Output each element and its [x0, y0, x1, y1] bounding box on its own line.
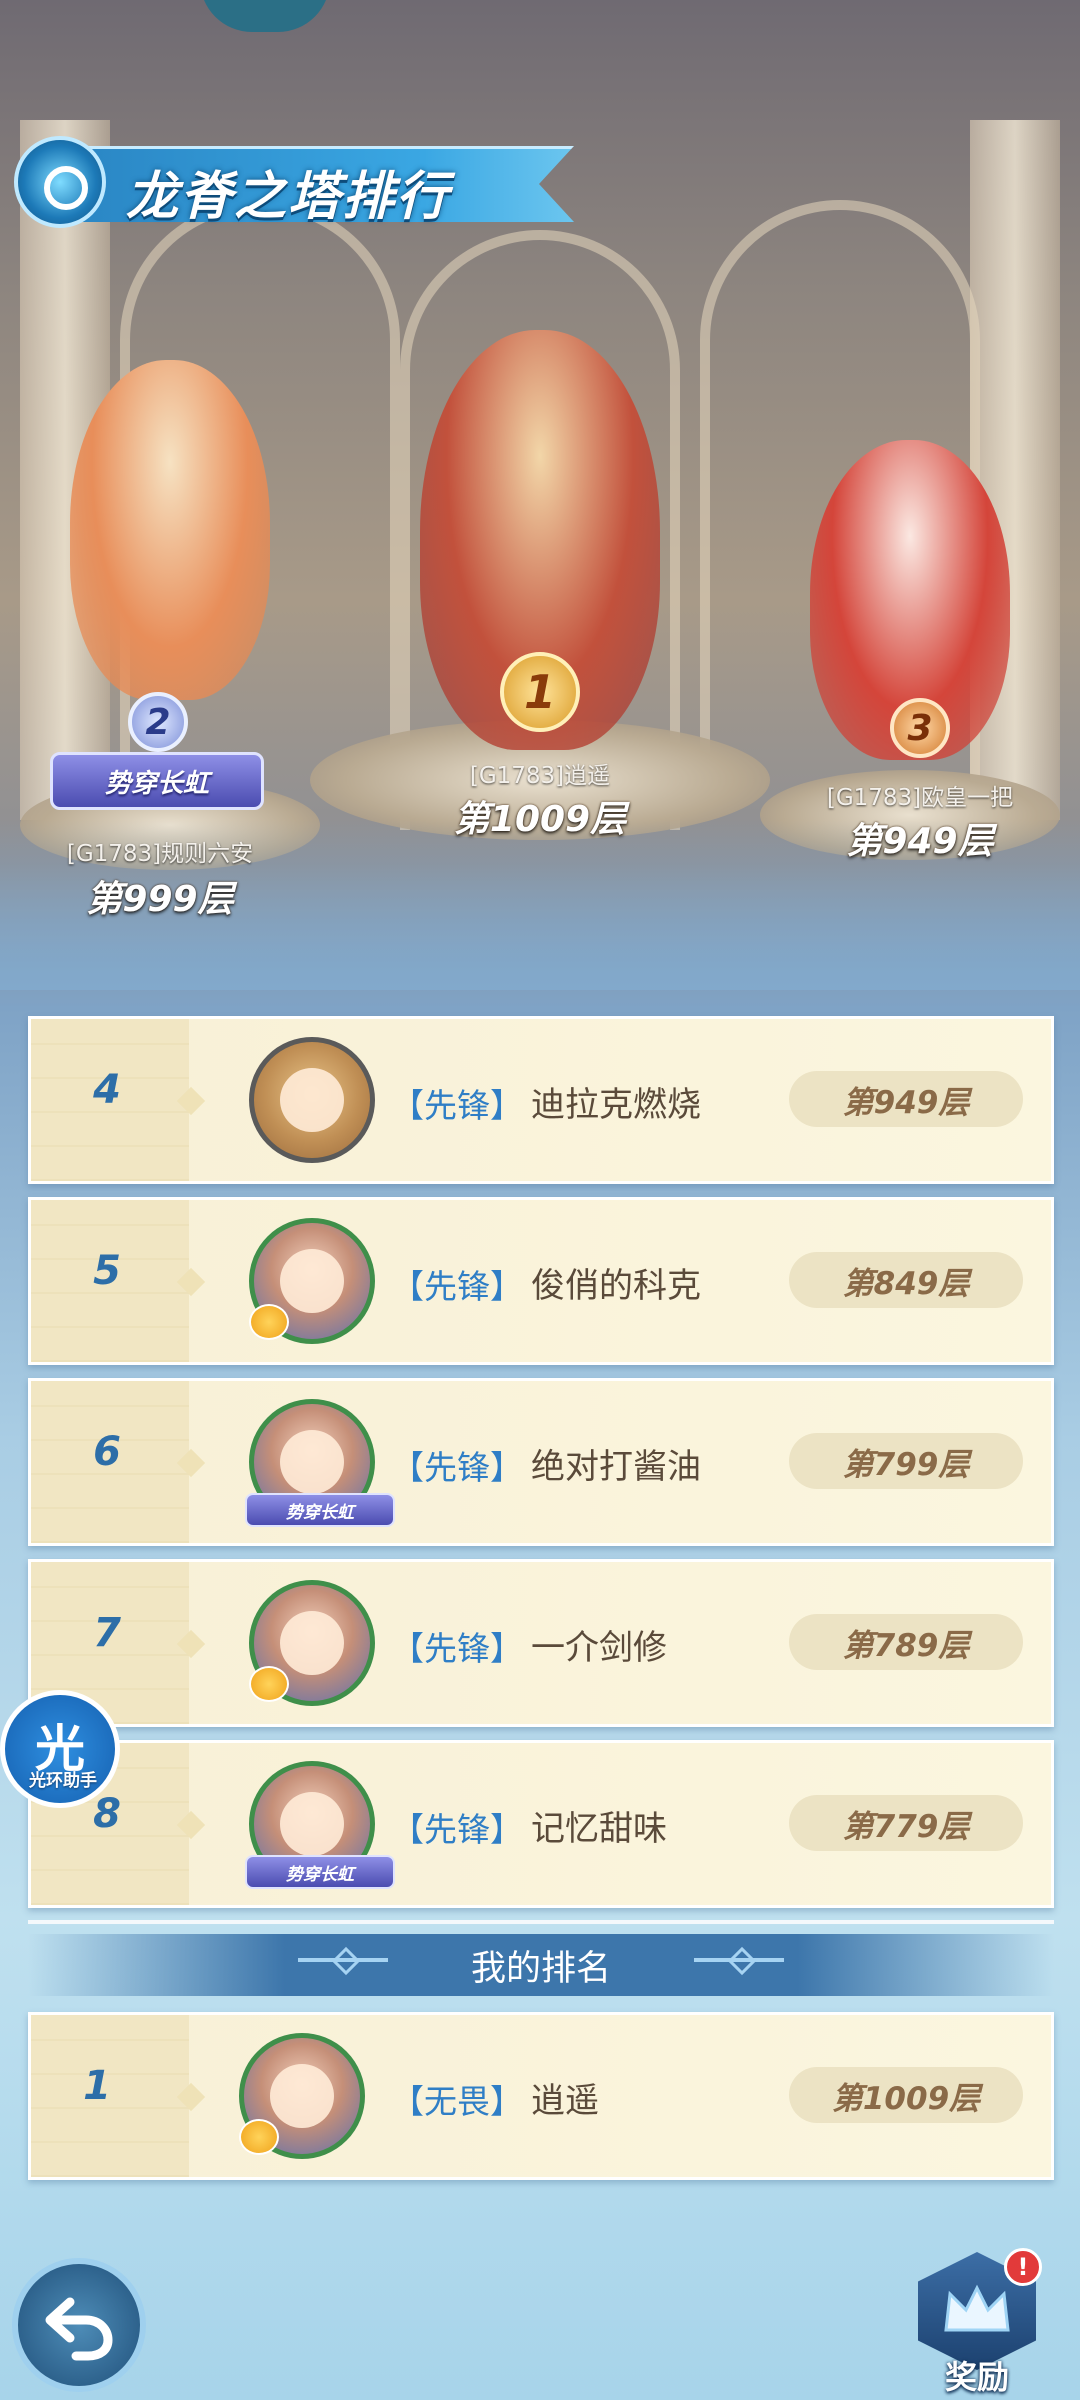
class-tag: 【先锋】	[391, 1086, 523, 1125]
class-tag: 【先锋】	[391, 1267, 523, 1306]
avatar-face	[280, 1068, 344, 1132]
podium-3-name[interactable]: [G1783]欧皇一把	[780, 778, 1060, 812]
divider-ornament	[694, 1958, 784, 1962]
divider	[28, 1920, 1054, 1924]
title-badge: 势穿长虹	[50, 752, 264, 810]
player-name: 绝对打酱油	[531, 1447, 701, 1487]
podium-1-name[interactable]: [G1783]逍遥	[380, 756, 700, 790]
back-button[interactable]	[12, 2258, 146, 2392]
rank-number: 4	[93, 1067, 121, 1113]
floor-value: 第789层	[789, 1614, 1023, 1670]
podium-1-floor: 第1009层	[453, 799, 627, 840]
ranking-row[interactable]: 4 【先锋】 迪拉克燃烧 第949层	[28, 1016, 1054, 1184]
character-figure-2	[70, 360, 270, 700]
avatar-title-badge: 势穿长虹	[245, 1855, 395, 1889]
emoji-badge-icon	[249, 1304, 289, 1340]
notification-badge: !	[1004, 2248, 1042, 2286]
rank-1-medal-icon: 1	[500, 652, 580, 732]
player-name: 迪拉克燃烧	[531, 1085, 701, 1125]
ranking-row[interactable]: 5 【先锋】 俊俏的科克 第849层	[28, 1197, 1054, 1365]
avatar-face	[280, 1611, 344, 1675]
avatar-face	[280, 1430, 344, 1494]
floor-value: 第799层	[789, 1433, 1023, 1489]
emoji-badge-icon	[249, 1666, 289, 1702]
podium-2-floor: 第999层	[86, 879, 234, 920]
rank-number: 7	[93, 1610, 121, 1656]
podium-2-name[interactable]: [G1783]规则六安	[20, 834, 300, 868]
floor-value: 第779层	[789, 1795, 1023, 1851]
rank-number: 1	[83, 2063, 111, 2109]
emoji-badge-icon	[239, 2119, 279, 2155]
reward-button[interactable]: ! 奖励	[912, 2248, 1042, 2398]
class-tag: 【先锋】	[391, 1629, 523, 1668]
rank-2-medal-icon: 2	[128, 692, 188, 752]
avatar-title-badge: 势穿长虹	[245, 1493, 395, 1527]
back-arrow-icon	[45, 2297, 113, 2361]
ranking-row[interactable]: 7 【先锋】 一介剑修 第789层	[28, 1559, 1054, 1727]
player-name: 记忆甜味	[531, 1809, 667, 1849]
avatar-face	[280, 1249, 344, 1313]
avatar-face	[270, 2064, 334, 2128]
floor-value: 第949层	[789, 1071, 1023, 1127]
rank-3-medal-icon: 3	[890, 698, 950, 758]
floor-value: 第849层	[789, 1252, 1023, 1308]
class-tag: 【无畏】	[391, 2082, 523, 2121]
page-title: 龙脊之塔排行	[126, 167, 451, 227]
class-tag: 【先锋】	[391, 1810, 523, 1849]
avatar-face	[280, 1792, 344, 1856]
player-name: 一介剑修	[531, 1628, 667, 1668]
ranking-row[interactable]: 8 势穿长虹 【先锋】 记忆甜味 第779层	[28, 1740, 1054, 1908]
rank-number: 5	[93, 1248, 121, 1294]
header-banner: 龙脊之塔排行	[14, 136, 574, 228]
bear-avatar[interactable]	[249, 1037, 375, 1163]
helper-label: 光环助手	[29, 1771, 97, 1791]
player-name: 逍遥	[531, 2081, 599, 2121]
my-rank-label: 我的排名	[470, 1948, 611, 1989]
rank-number: 6	[93, 1429, 121, 1475]
divider-ornament	[298, 1958, 388, 1962]
ranking-row[interactable]: 6 势穿长虹 【先锋】 绝对打酱油 第799层	[28, 1378, 1054, 1546]
floor-value: 第1009层	[789, 2067, 1023, 2123]
reward-label: 奖励	[944, 2358, 1009, 2396]
my-rank-row[interactable]: 1 【无畏】 逍遥 第1009层	[28, 2012, 1054, 2180]
class-tag: 【先锋】	[391, 1448, 523, 1487]
tower-emblem-icon	[14, 136, 106, 228]
my-rank-header: 我的排名	[28, 1934, 1054, 1996]
podium-3-floor: 第949层	[846, 821, 994, 862]
crown-icon	[944, 2284, 1010, 2332]
player-name: 俊俏的科克	[531, 1266, 701, 1306]
